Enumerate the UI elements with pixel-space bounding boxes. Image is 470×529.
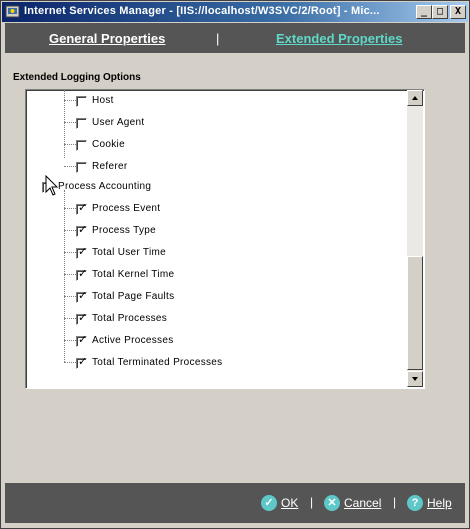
tree-item-label: Total Page Faults (92, 291, 175, 302)
section-heading: Extended Logging Options (13, 72, 141, 83)
tree-item[interactable]: ✓ Total User Time (76, 245, 376, 261)
tree-item[interactable]: ✓ Active Processes (76, 333, 376, 349)
tree-parent-item[interactable]: Process Accounting (42, 181, 342, 195)
scroll-down-button[interactable] (407, 371, 423, 387)
tree-connector-line (64, 144, 76, 145)
scroll-up-button[interactable] (407, 90, 423, 106)
arrow-down-icon (412, 377, 418, 381)
checkbox[interactable]: ✓ (76, 267, 88, 281)
checkmark-icon: ✓ (78, 201, 88, 214)
tree-item-label: Referer (92, 161, 128, 172)
minimize-button[interactable]: _ (416, 5, 432, 19)
tree-item-label: Process Type (92, 225, 157, 236)
dialog-window: Internet Services Manager - [IIS://local… (0, 0, 470, 529)
ok-label: OK (281, 496, 299, 510)
tree-connector-line (64, 296, 76, 297)
tree-item-label: Process Accounting (58, 181, 152, 192)
checkmark-icon: ✓ (78, 223, 88, 236)
tree-connector-line (64, 362, 76, 363)
help-button[interactable]: ? Help (407, 495, 459, 511)
tab-separator: | (216, 31, 220, 46)
checkmark-icon: ✓ (261, 495, 277, 511)
tree-item-label: Total Kernel Time (92, 269, 175, 280)
mouse-pointer-icon (45, 175, 59, 196)
logging-options-list[interactable]: Host User Agent Cookie Referer Process Accou… (25, 89, 425, 389)
tree-item[interactable]: ✓ Total Terminated Processes (76, 355, 376, 371)
tree-item-label: Active Processes (92, 335, 174, 346)
tree-item-label: Total Terminated Processes (92, 357, 223, 368)
tree-item-label: Process Event (92, 203, 161, 214)
footer-separator: | (393, 495, 397, 509)
main-content: Extended Logging Options Host User Agent C… (5, 53, 465, 483)
checkbox[interactable]: ✓ (76, 289, 88, 303)
checkbox[interactable]: ✓ (76, 311, 88, 325)
arrow-up-icon (412, 96, 418, 100)
tree-item[interactable]: Host (76, 95, 376, 109)
tree-connector-line (64, 122, 76, 123)
tab-extended-properties[interactable]: Extended Properties (276, 31, 402, 46)
tree-item[interactable]: Cookie (76, 139, 376, 153)
checkmark-icon: ✓ (78, 267, 88, 280)
tree-item[interactable]: ✓ Total Page Faults (76, 289, 376, 305)
tree-item[interactable]: ✓ Total Processes (76, 311, 376, 327)
tree-connector-line (64, 230, 76, 231)
title-bar[interactable]: Internet Services Manager - [IIS://local… (2, 2, 468, 22)
cancel-x-icon: ✕ (324, 495, 340, 511)
tree-connector-line (64, 166, 76, 167)
tree-connector-line (64, 100, 76, 101)
tree-item[interactable]: ✓ Process Event (76, 201, 376, 217)
tab-general-properties[interactable]: General Properties (49, 31, 165, 46)
checkmark-icon: ✓ (78, 355, 88, 368)
tree-item-label: User Agent (92, 117, 145, 128)
checkbox[interactable]: ✓ (76, 245, 88, 259)
tree-connector-line (64, 208, 76, 209)
tree-item-label: Cookie (92, 139, 125, 150)
tree-item-label: Total Processes (92, 313, 168, 324)
footer-separator: | (310, 495, 314, 509)
maximize-button[interactable]: □ (432, 5, 448, 19)
footer-bar: ✓ OK | ✕ Cancel | ? Help (5, 483, 465, 523)
tree-item[interactable]: ✓ Total Kernel Time (76, 267, 376, 283)
help-question-icon: ? (407, 495, 423, 511)
checkmark-icon: ✓ (78, 245, 88, 258)
scroll-thumb[interactable] (407, 256, 423, 370)
checkmark-icon: ✓ (78, 333, 88, 346)
checkbox[interactable] (76, 96, 87, 107)
checkbox[interactable]: ✓ (76, 201, 88, 215)
checkbox[interactable] (76, 140, 87, 151)
tree-connector-line (64, 190, 65, 362)
checkmark-icon: ✓ (78, 311, 88, 324)
cancel-label: Cancel (344, 496, 382, 510)
checkbox[interactable]: ✓ (76, 333, 88, 347)
tree-connector-line (64, 252, 76, 253)
cancel-button[interactable]: ✕ Cancel (324, 495, 384, 511)
ok-button[interactable]: ✓ OK (261, 495, 301, 511)
tree-item[interactable]: User Agent (76, 117, 376, 131)
iis-app-icon (5, 5, 20, 18)
tree-connector-line (64, 318, 76, 319)
logging-options-tree: Host User Agent Cookie Referer Process Accou… (26, 90, 407, 388)
checkbox[interactable] (76, 118, 87, 129)
tree-connector-line (64, 274, 76, 275)
tab-bar: General Properties | Extended Properties (5, 23, 465, 53)
window-title: Internet Services Manager - [IIS://local… (24, 5, 380, 17)
checkmark-icon: ✓ (78, 289, 88, 302)
help-label: Help (427, 496, 452, 510)
tree-item[interactable]: ✓ Process Type (76, 223, 376, 239)
tree-item[interactable]: Referer (76, 161, 376, 175)
tree-connector-line (64, 340, 76, 341)
checkbox[interactable]: ✓ (76, 223, 88, 237)
checkbox[interactable]: ✓ (76, 355, 88, 369)
vertical-scrollbar[interactable] (407, 90, 423, 387)
close-button[interactable]: X (450, 5, 466, 19)
tree-item-label: Total User Time (92, 247, 166, 258)
checkbox[interactable] (76, 162, 87, 173)
tree-item-label: Host (92, 95, 114, 106)
